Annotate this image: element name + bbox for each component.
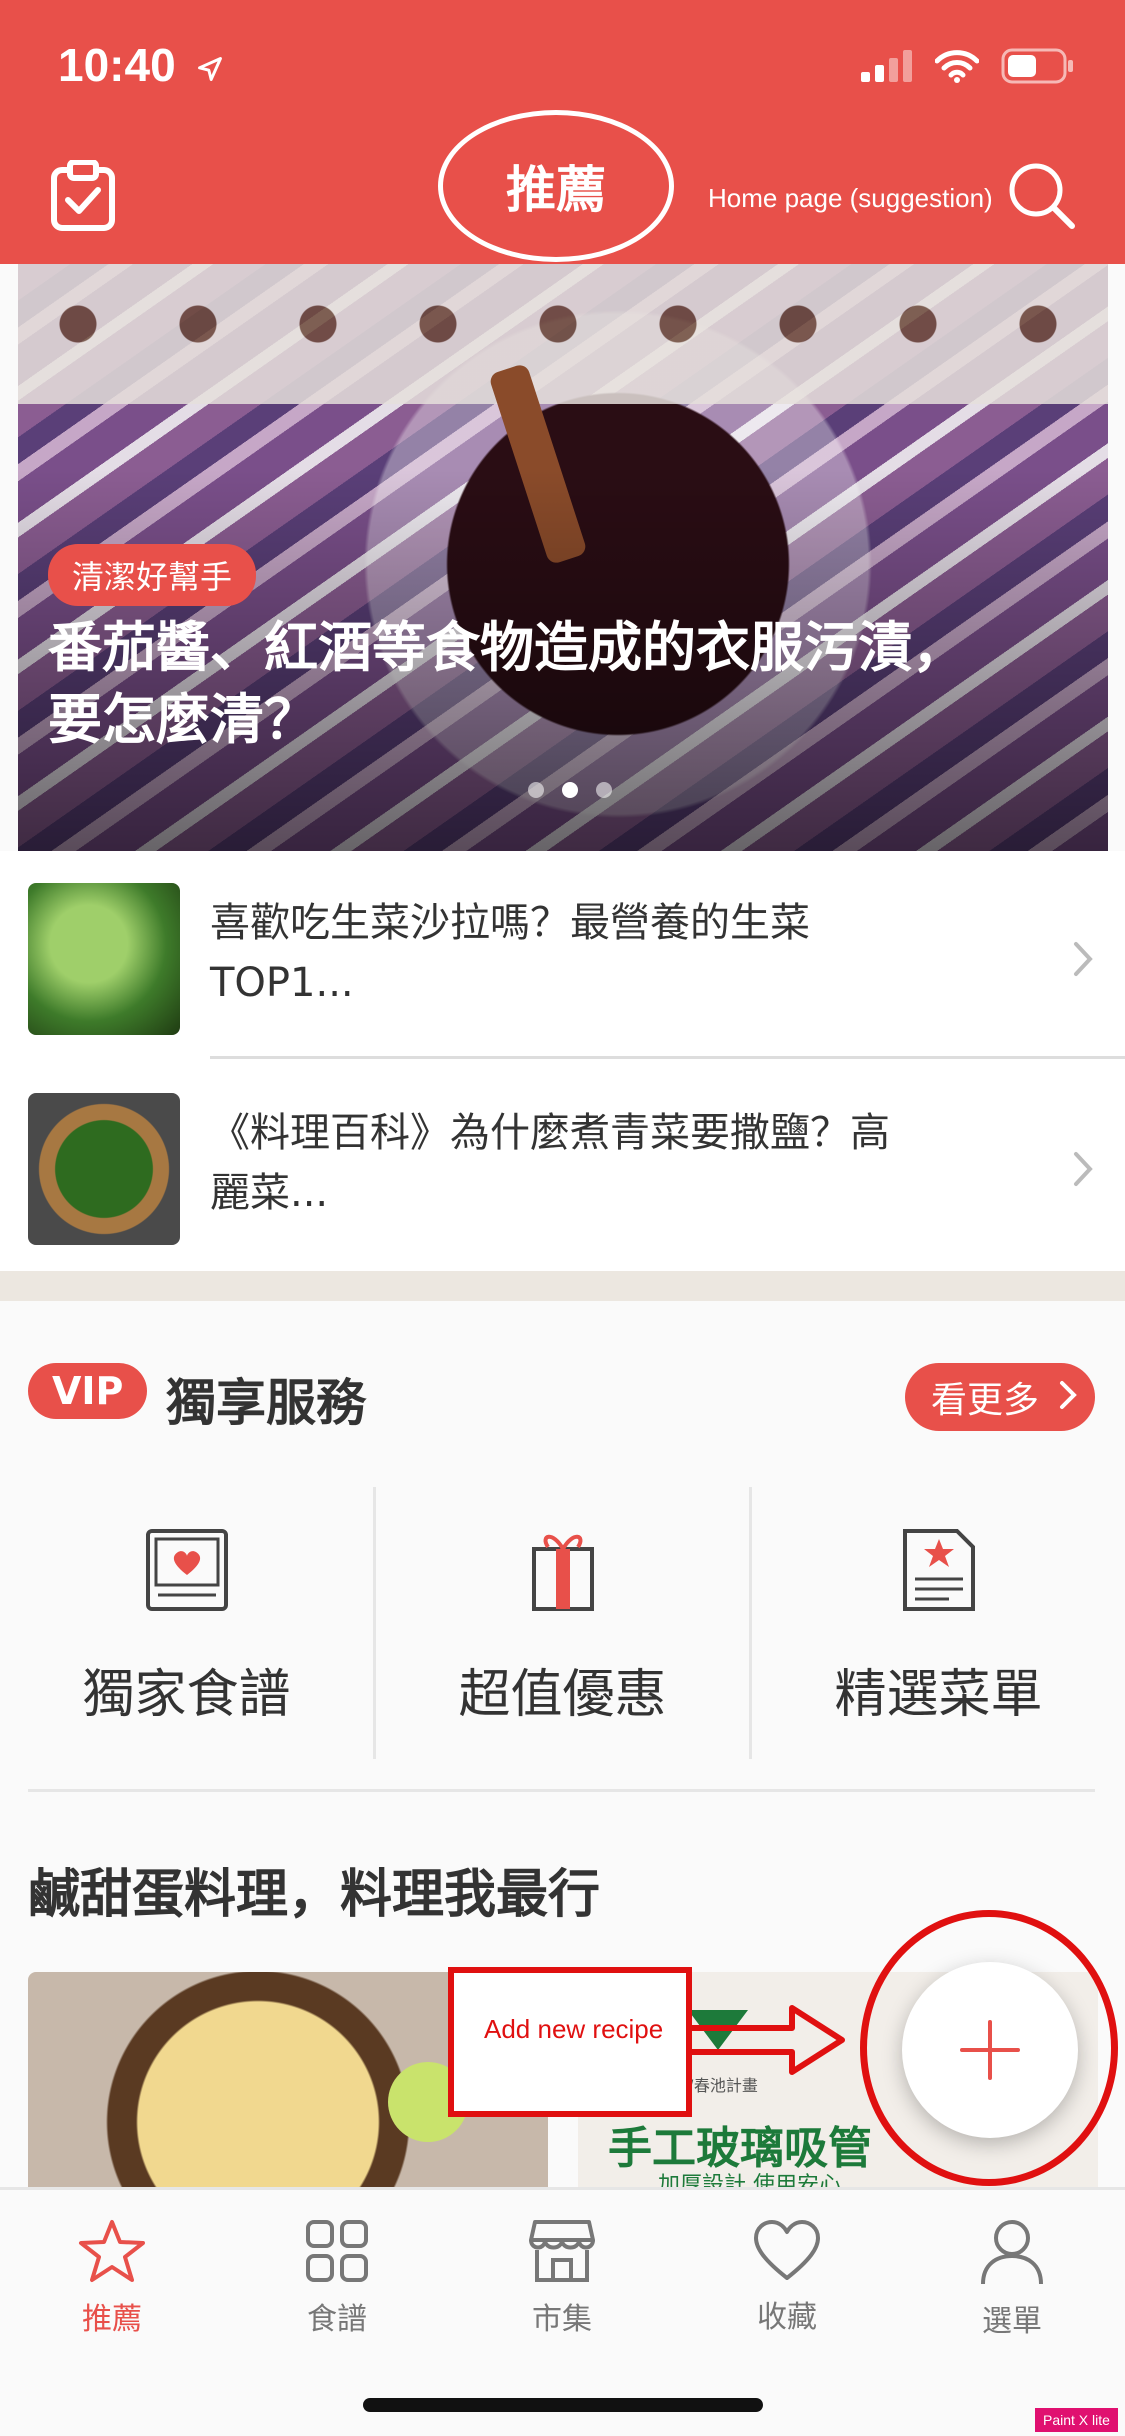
location-arrow-icon bbox=[198, 56, 223, 81]
tab-label: 市集 bbox=[532, 2302, 592, 2337]
status-time: 10:40 bbox=[58, 38, 224, 92]
annotation-arrow-icon bbox=[692, 2005, 845, 2075]
clipboard-check-icon bbox=[51, 159, 115, 231]
top-header: 10:40 推薦 Home page (suggestion) bbox=[0, 0, 1125, 264]
tab-recipes[interactable]: 食譜 bbox=[257, 2218, 417, 2338]
shop-icon bbox=[529, 2220, 595, 2282]
annotation-box: Add new recipe bbox=[448, 1967, 692, 2117]
article-list: 喜歡吃生菜沙拉嗎？最營養的生菜TOP1... 《料理百科》為什麼煮青菜要撒鹽？高… bbox=[0, 851, 1125, 1271]
search-button[interactable] bbox=[1006, 160, 1078, 232]
carousel-dots[interactable] bbox=[528, 782, 612, 798]
tab-recommend[interactable]: 推薦 bbox=[32, 2218, 192, 2338]
tab-market[interactable]: 市集 bbox=[482, 2218, 642, 2338]
gift-icon bbox=[531, 1534, 594, 1611]
vip-services: 獨家食譜 超值優惠 精選菜單 bbox=[0, 1487, 1125, 1759]
carousel-dot[interactable] bbox=[596, 782, 612, 798]
list-item[interactable]: 喜歡吃生菜沙拉嗎？最營養的生菜TOP1... bbox=[0, 851, 1125, 1061]
wifi-icon bbox=[935, 50, 979, 83]
section-divider bbox=[28, 1789, 1095, 1792]
carousel-dot[interactable] bbox=[528, 782, 544, 798]
status-time-text: 10:40 bbox=[58, 39, 176, 91]
vip-section-title: 獨享服務 bbox=[166, 1374, 366, 1432]
paintx-watermark: Paint X lite bbox=[1035, 2408, 1118, 2432]
page-title: 推薦 bbox=[506, 161, 606, 219]
person-icon bbox=[981, 2220, 1043, 2285]
carousel-dot-active[interactable] bbox=[562, 782, 578, 798]
signal-icon bbox=[861, 50, 912, 82]
plus-icon bbox=[960, 2020, 1020, 2080]
tab-favorites[interactable]: 收藏 bbox=[707, 2218, 867, 2336]
search-icon bbox=[1009, 163, 1075, 229]
tab-label: 選單 bbox=[982, 2304, 1042, 2339]
see-more-button[interactable]: 看更多 bbox=[904, 1363, 1095, 1431]
section-separator bbox=[0, 1271, 1125, 1301]
annotation-label: Add new recipe bbox=[484, 2014, 664, 2044]
list-divider bbox=[210, 1056, 1125, 1059]
header-annotation: Home page (suggestion) bbox=[708, 183, 993, 213]
recipe-section-title: 鹹甜蛋料理，料理我最行 bbox=[28, 1865, 601, 1925]
hero-title: 番茄醬、紅酒等食物造成的衣服污漬，要怎麼清？ bbox=[48, 616, 966, 751]
tab-label: 推薦 bbox=[82, 2302, 142, 2337]
service-selected-menus[interactable]: 精選菜單 bbox=[749, 1487, 1125, 1759]
vip-section: VIP 獨享服務 看更多 獨家食譜 超值優惠 精選菜單 bbox=[0, 1301, 1125, 1801]
list-item[interactable]: 《料理百科》為什麼煮青菜要撒鹽？高麗菜... bbox=[0, 1061, 1125, 1271]
promo-subtitle: 加厚設計 使用安心 bbox=[658, 2173, 841, 2187]
chevron-right-icon bbox=[1060, 1381, 1077, 1409]
service-label: 獨家食譜 bbox=[82, 1665, 291, 1725]
hero-category-tag[interactable]: 清潔好幫手 bbox=[48, 544, 257, 606]
battery-icon bbox=[1001, 48, 1073, 84]
grid-icon bbox=[306, 2220, 368, 2282]
home-indicator[interactable] bbox=[363, 2398, 763, 2412]
article-thumbnail bbox=[28, 1093, 180, 1245]
service-label: 超值優惠 bbox=[458, 1665, 667, 1725]
article-title: 《料理百科》為什麼煮青菜要撒鹽？高麗菜... bbox=[210, 1110, 890, 1216]
add-recipe-button[interactable] bbox=[902, 1962, 1078, 2138]
heart-frame-icon bbox=[145, 1529, 228, 1611]
chevron-right-icon bbox=[1074, 1152, 1093, 1186]
article-title: 喜歡吃生菜沙拉嗎？最營養的生菜TOP1... bbox=[210, 900, 810, 1006]
star-document-icon bbox=[902, 1529, 975, 1611]
service-special-offers[interactable]: 超值優惠 bbox=[373, 1487, 749, 1759]
tab-label: 食譜 bbox=[307, 2302, 367, 2337]
tab-menu[interactable]: 選單 bbox=[932, 2218, 1092, 2340]
see-more-label: 看更多 bbox=[930, 1380, 1039, 1421]
star-icon bbox=[79, 2220, 145, 2282]
service-exclusive-recipes[interactable]: 獨家食譜 bbox=[0, 1487, 373, 1759]
tab-label: 收藏 bbox=[757, 2300, 817, 2335]
clipboard-check-button[interactable] bbox=[50, 159, 116, 232]
status-icons bbox=[861, 48, 1075, 84]
article-thumbnail bbox=[28, 883, 180, 1035]
heart-icon bbox=[754, 2220, 820, 2280]
header-title-circled: 推薦 bbox=[438, 110, 674, 262]
hero-banner[interactable]: 清潔好幫手 番茄醬、紅酒等食物造成的衣服污漬，要怎麼清？ bbox=[18, 264, 1108, 851]
vip-badge: VIP bbox=[28, 1363, 148, 1419]
service-label: 精選菜單 bbox=[834, 1665, 1043, 1725]
chevron-right-icon bbox=[1074, 942, 1093, 976]
